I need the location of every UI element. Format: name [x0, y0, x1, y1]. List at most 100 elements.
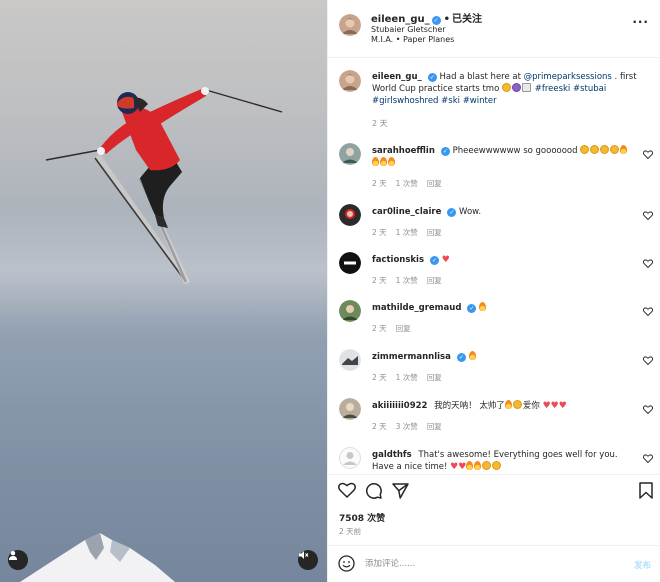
comment-body: akiiiiiii0922 我的天呐！ 太帅了 爱你 ♥♥♥ [372, 400, 642, 412]
comment-like-count[interactable]: 1 次赞 [396, 373, 418, 382]
share-icon[interactable] [392, 482, 409, 499]
comment-body: zimmermannlisa ✓ [372, 351, 642, 363]
reply-button[interactable]: 回复 [427, 276, 442, 285]
comment-icon[interactable] [365, 482, 382, 499]
commenter-avatar[interactable] [339, 398, 361, 420]
like-count[interactable]: 7508 次赞 [339, 511, 385, 524]
commenter-avatar[interactable] [339, 204, 361, 226]
purple-emoji [512, 83, 521, 92]
comment-body: galdthfs That's awesome! Everything goes… [372, 449, 642, 473]
like-comment-heart-icon[interactable] [643, 150, 653, 159]
post-timestamp: 2 天前 [339, 527, 362, 536]
comment-meta: 2 天 1 次赞 回复 [372, 227, 451, 238]
comment-text: Wow. [459, 207, 482, 217]
comment-like-count[interactable]: 1 次赞 [396, 276, 418, 285]
commenter-avatar[interactable] [339, 143, 361, 165]
fire-emoji [620, 145, 628, 154]
red-heart-emoji: ♥ [558, 401, 567, 411]
comment-meta: 2 天回复 [372, 323, 420, 334]
reply-button[interactable]: 回复 [427, 422, 442, 431]
verified-badge-icon: ✓ [431, 16, 441, 25]
comment-input[interactable] [365, 555, 605, 573]
comment-text: Pheeewwwwww so gooooood [452, 146, 578, 156]
comment-time: 2 天 [372, 373, 387, 382]
comment-like-count[interactable]: 1 次赞 [396, 228, 418, 237]
caption-author-avatar[interactable] [339, 70, 361, 92]
smiling-face-emoji [502, 83, 511, 92]
fire-emoji [380, 157, 387, 166]
comment-meta: 2 天 3 次赞 回复 [372, 421, 451, 432]
mute-button[interactable] [298, 550, 318, 570]
default-avatar-icon[interactable] [339, 447, 361, 469]
audio-track-link[interactable]: M.I.A. • Paper Planes [371, 35, 454, 44]
user-tag-button[interactable] [8, 550, 28, 570]
speaker-muted-icon [299, 551, 309, 559]
comment-time: 2 天 [372, 228, 387, 237]
clapping-emoji [512, 400, 522, 409]
verified-badge-icon: ✓ [467, 304, 477, 313]
reply-button[interactable]: 回复 [427, 373, 442, 382]
like-comment-heart-icon[interactable] [643, 405, 653, 414]
caption-text-part: Had a blast here at [439, 72, 521, 82]
commenter-avatar[interactable] [339, 252, 361, 274]
fire-emoji [468, 351, 476, 360]
reply-button[interactable]: 回复 [427, 228, 442, 237]
author-username[interactable]: eileen_gu_ [371, 14, 430, 25]
like-comment-heart-icon[interactable] [643, 454, 653, 463]
star-eyes-emoji [590, 145, 600, 154]
smiley-icon[interactable] [338, 555, 355, 572]
comment-time: 2 天 [372, 276, 387, 285]
comments-list[interactable]: eileen_gu_ ✓ Had a blast here at @primepa… [328, 59, 660, 473]
following-button[interactable]: 已关注 [452, 14, 482, 25]
star-eyes-emoji [580, 145, 590, 154]
bookmark-icon[interactable] [639, 482, 653, 499]
comment-username[interactable]: zimmermannlisa [372, 352, 451, 362]
reply-button[interactable]: 回复 [427, 179, 442, 188]
red-heart-emoji: ♥ [458, 462, 467, 472]
verified-badge-icon: ✓ [427, 73, 437, 82]
user-tag-icon [9, 551, 17, 560]
post-comment-button[interactable]: 发布 [634, 559, 651, 571]
like-comment-heart-icon[interactable] [643, 211, 653, 220]
fire-emoji [479, 302, 487, 311]
comment-username[interactable]: galdthfs [372, 450, 412, 460]
more-options-icon[interactable]: ... [632, 12, 649, 26]
post-photo[interactable] [0, 0, 327, 582]
verified-badge-icon: ✓ [430, 256, 440, 265]
fire-emoji [372, 157, 379, 166]
comment-time: 2 天 [372, 422, 387, 431]
commenter-avatar[interactable] [339, 300, 361, 322]
author-avatar[interactable] [339, 14, 361, 36]
fire-emoji [504, 400, 512, 409]
comment-username[interactable]: sarahhoefflin [372, 146, 435, 156]
comment-username[interactable]: akiiiiiii0922 [372, 401, 427, 411]
mention-link[interactable]: @primeparksessions [524, 72, 612, 82]
star-eyes-emoji [600, 145, 610, 154]
comment-username[interactable]: factionskis [372, 255, 424, 265]
comment-username[interactable]: car0line_claire [372, 207, 441, 217]
verified-badge-icon: ✓ [440, 147, 450, 156]
clapping-emoji [482, 461, 492, 470]
fire-emoji [388, 157, 395, 166]
comment-like-count[interactable]: 1 次赞 [396, 179, 418, 188]
caption-username[interactable]: eileen_gu_ [372, 72, 422, 82]
comment-body: car0line_claire ✓ Wow. [372, 206, 642, 218]
commenter-avatar[interactable] [339, 349, 361, 371]
fire-emoji [474, 461, 482, 470]
like-comment-heart-icon[interactable] [643, 259, 653, 268]
heart-icon[interactable] [338, 482, 356, 498]
like-comment-heart-icon[interactable] [643, 356, 653, 365]
comment-like-count[interactable]: 3 次赞 [396, 422, 418, 431]
post-side-panel: eileen_gu_ ✓ • 已关注 Stubaier Gletscher M.I.A… [327, 0, 660, 582]
comment-username[interactable]: mathilde_gremaud [372, 303, 461, 313]
post-header: eileen_gu_ ✓ • 已关注 Stubaier Gletscher M.I.A… [328, 0, 660, 58]
comment-meta: 2 天 1 次赞 回复 [372, 372, 451, 383]
comment-text: 爱你 [522, 401, 540, 411]
comment-body: sarahhoefflin ✓ Pheeewwwwww so gooooood [372, 145, 642, 169]
location-link[interactable]: Stubaier Gletscher [371, 25, 446, 34]
star-eyes-emoji [610, 145, 620, 154]
reply-button[interactable]: 回复 [396, 324, 411, 333]
like-comment-heart-icon[interactable] [643, 307, 653, 316]
post-actions: 7508 次赞 2 天前 [328, 474, 660, 544]
comment-body: factionskis ✓ ♥ [372, 254, 642, 266]
